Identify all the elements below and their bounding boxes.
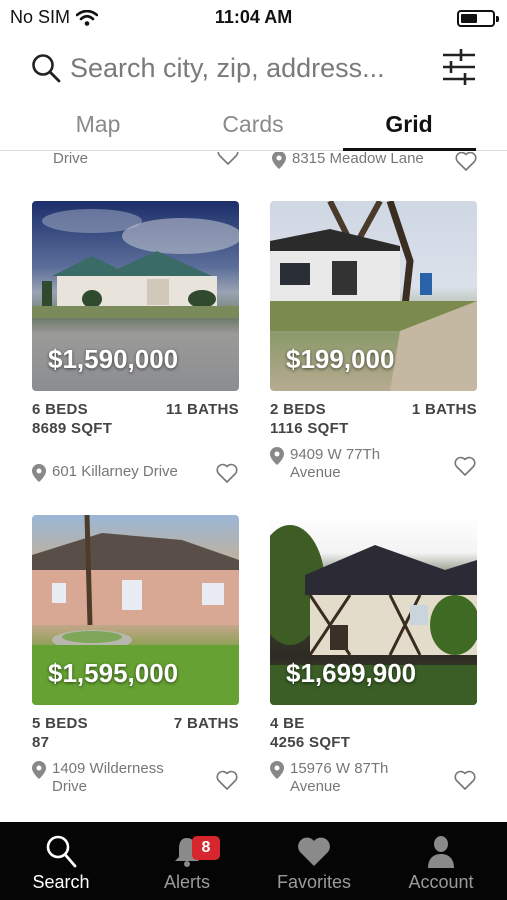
partial-address-right: 8315 Meadow Lane: [272, 152, 472, 169]
active-tab-indicator: [343, 148, 476, 151]
search-icon: [46, 835, 77, 868]
tabbar-alerts[interactable]: Alerts 8: [132, 830, 242, 893]
listing-card[interactable]: $199,000 2 BEDS 1 BATHS 1116 SQFT 9409 W …: [270, 201, 477, 481]
battery-icon: [457, 10, 499, 27]
sqft: 4256 SQFT: [270, 734, 351, 751]
location-pin-icon: [32, 761, 46, 779]
listing-photo[interactable]: $1,699,900: [270, 515, 477, 705]
listing-photo[interactable]: $1,590,000: [32, 201, 239, 391]
search-icon: [32, 54, 61, 83]
tabbar-label: Search: [32, 872, 90, 892]
alerts-count-badge: 8: [192, 836, 220, 860]
partial-address-left: Drive: [53, 152, 89, 167]
listing-card[interactable]: $1,595,000 5 BEDS 7 BATHS 87 1409 Wildern…: [32, 515, 239, 795]
listing-photo[interactable]: $1,595,000: [32, 515, 239, 705]
listing-price: $1,590,000: [48, 344, 179, 374]
listing-address: 9409 W 77Th Avenue: [270, 446, 470, 482]
favorite-heart-icon[interactable]: [453, 455, 477, 477]
tabbar-label: Favorites: [276, 872, 352, 892]
clock: 11:04 AM: [214, 7, 293, 27]
listing-price: $1,595,000: [48, 658, 179, 688]
location-pin-icon: [270, 761, 284, 779]
tabbar-search[interactable]: Search: [6, 830, 116, 893]
person-icon: [428, 836, 454, 868]
baths: 1 BATHS: [411, 401, 477, 418]
beds: 2 BEDS: [270, 401, 326, 418]
baths: 7 BATHS: [173, 715, 239, 732]
tabbar-account[interactable]: Account: [386, 830, 496, 893]
listing-card[interactable]: $1,699,900 4 BE 4256 SQFT 15976 W 87Th A…: [270, 515, 477, 795]
beds: 5 BEDS: [32, 715, 88, 732]
search-bar[interactable]: Search city, zip, address...: [30, 45, 470, 91]
favorite-heart-icon[interactable]: [215, 462, 239, 484]
sqft: 1116 SQFT: [270, 420, 349, 437]
tabbar-label: Alerts: [163, 872, 210, 892]
beds: 4 BE: [270, 715, 305, 732]
listing-address: 601 Killarney Drive: [32, 463, 232, 482]
location-pin-icon: [270, 447, 284, 465]
view-tabs: Map Cards Grid: [0, 105, 507, 151]
listing-address: 15976 W 87Th Avenue: [270, 760, 470, 796]
tabbar-label: Account: [408, 872, 474, 892]
beds: 6 BEDS: [32, 401, 88, 418]
sqft: 87: [32, 734, 50, 751]
favorite-heart-icon[interactable]: [216, 152, 240, 166]
location-pin-icon: [272, 152, 286, 169]
sqft: 8689 SQFT: [32, 420, 113, 437]
listing-price: $1,699,900: [286, 658, 417, 688]
status-bar: No SIM 11:04 AM: [0, 0, 507, 34]
tab-cards[interactable]: Cards: [198, 111, 308, 138]
location-pin-icon: [32, 464, 46, 482]
tabbar-favorites[interactable]: Favorites: [259, 830, 369, 893]
favorite-heart-icon[interactable]: [454, 152, 478, 172]
listing-grid[interactable]: Drive 8315 Meadow Lane $1,590,000 6 BEDS…: [0, 152, 507, 822]
heart-icon: [298, 837, 330, 866]
filter-sliders-icon[interactable]: [441, 48, 477, 86]
listing-card[interactable]: $1,590,000 6 BEDS 11 BATHS 8689 SQFT 601 …: [32, 201, 239, 483]
baths: 11 BATHS: [166, 401, 239, 418]
search-input[interactable]: Search city, zip, address...: [70, 53, 425, 84]
tab-grid[interactable]: Grid: [354, 111, 464, 138]
bottom-tab-bar: Search Alerts 8 Favorites Account: [0, 822, 507, 900]
listing-price: $199,000: [286, 344, 395, 374]
favorite-heart-icon[interactable]: [453, 769, 477, 791]
listing-address: 1409 Wilderness Drive: [32, 760, 232, 796]
tab-map[interactable]: Map: [43, 111, 153, 138]
favorite-heart-icon[interactable]: [215, 769, 239, 791]
listing-photo[interactable]: $199,000: [270, 201, 477, 391]
